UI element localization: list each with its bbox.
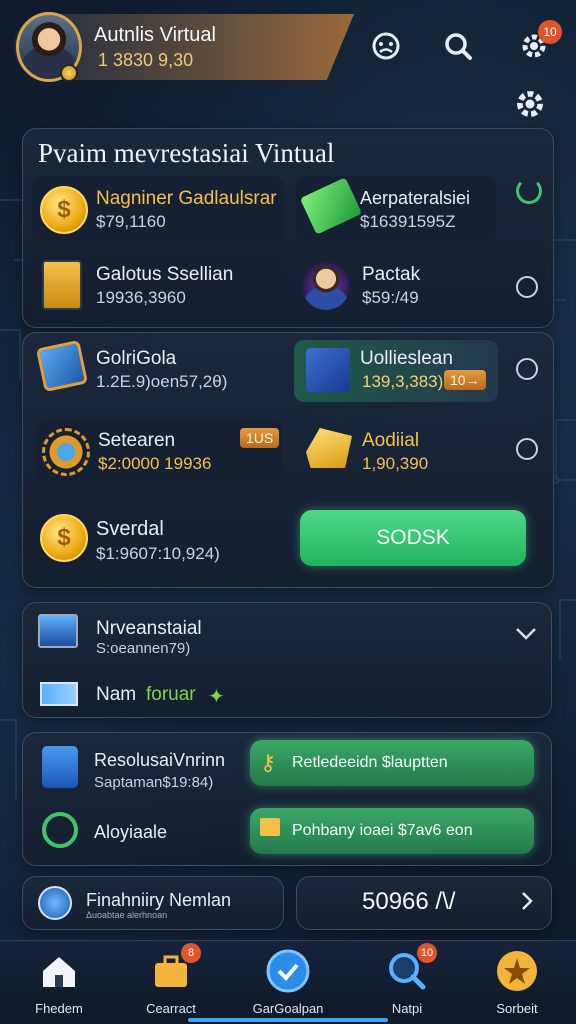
phone-icon — [42, 812, 78, 848]
tile-label: Setearen — [98, 430, 176, 451]
tile-label: Aodiial — [362, 430, 420, 451]
nav-badge: 10 — [417, 943, 437, 963]
check-circle-icon — [266, 949, 310, 993]
invest-row-accent[interactable]: foruar — [146, 684, 196, 706]
sodsk-button[interactable]: SODSK — [300, 510, 526, 566]
tile-value: $16391595Ζ — [360, 212, 456, 231]
nav-label: Natpi — [391, 1001, 423, 1016]
reward-row1-sub: Saptaman$19:84) — [94, 774, 214, 791]
tile-value: 19936,3960 — [96, 288, 186, 307]
gear-coin-icon — [42, 428, 90, 476]
bottom-nav: Fhedem 8 Cearract GarGoalpan 10 Natpi So… — [0, 940, 576, 1024]
nav-item-contract[interactable]: 8 Cearract — [126, 943, 216, 1023]
face-support-icon[interactable] — [366, 26, 406, 66]
settings-gear-icon[interactable]: 10 — [514, 20, 562, 66]
tile-label: Galotus Ssellian — [96, 264, 234, 285]
clock-icon — [38, 886, 72, 920]
invest-row-label: Nam — [96, 684, 137, 705]
nav-label: Sorbeit — [496, 1001, 538, 1016]
home-icon — [37, 949, 81, 993]
computer-icon — [38, 614, 78, 648]
key-icon: ⚷ — [260, 750, 277, 775]
gift-icon — [260, 818, 280, 836]
tile-label: Nagniner Gadlaulsrar — [96, 188, 277, 209]
active-tab-indicator — [188, 1018, 388, 1022]
tile-badge: 1US — [240, 428, 280, 448]
nav-label: Fhedem — [35, 1001, 83, 1016]
tile-label: Uollieslean — [360, 348, 453, 369]
search-icon[interactable] — [438, 26, 478, 66]
tile-label: Pactak — [362, 264, 421, 285]
tile-value: 1,90,390 — [362, 454, 429, 473]
invest-title: Nrveanstaial — [96, 618, 202, 639]
ticket-icon — [40, 682, 78, 706]
reward-row1-button-label: Retledeeidn $lauptten — [292, 754, 448, 771]
reward-row2-button-label: Pohbany ioaei $7av6 eon — [292, 822, 473, 839]
sparkle-icon: ✦ — [208, 686, 225, 708]
nav-label: GarGoalpan — [252, 1001, 324, 1016]
reward-row2-button[interactable]: Pohbany ioaei $7av6 eon — [250, 808, 534, 854]
radio-icon[interactable] — [516, 358, 538, 380]
refresh-icon[interactable] — [516, 178, 542, 204]
search-icon: 10 — [385, 943, 437, 993]
radio-icon[interactable] — [516, 276, 538, 298]
star-icon — [495, 949, 539, 993]
reward-row2-label: Aloyiaale — [94, 822, 168, 842]
header: Autnlis Virtual 1 3830 9,30 10 — [14, 12, 574, 84]
reward-row1-label: ResolusaiVnrinn — [94, 750, 226, 770]
nav-label: Cearract — [146, 1001, 196, 1016]
tile-value: $1:9607:10,924) — [96, 544, 220, 563]
profile-balance: 1 3830 9,30 — [98, 50, 194, 70]
document-icon — [42, 260, 82, 310]
tile-value: 139,3,383) — [362, 372, 444, 391]
invest-subtitle: S:oeannen79) — [96, 640, 191, 657]
tile-value: $59:/49 — [362, 288, 419, 307]
dollar-coin-icon: $ — [40, 514, 88, 562]
reward-row1-button[interactable]: Retledeeidn $lauptten — [250, 740, 534, 786]
profile-name: Autnlis Virtual — [94, 24, 216, 46]
wallet-icon — [306, 348, 350, 392]
tile-value: $79,1160 — [96, 212, 166, 231]
nav-item-goals[interactable]: GarGoalpan — [243, 949, 333, 1023]
nav-item-sorbeit[interactable]: Sorbeit — [472, 949, 562, 1023]
notification-badge: 10 — [538, 20, 562, 44]
dollar-coin-icon: $ — [40, 186, 88, 234]
advisor-icon — [302, 262, 350, 310]
tile-value: 1.2Ε.9)oen57,2θ) — [96, 372, 228, 391]
finance-sub: Δuoabtae alerhnoan — [86, 910, 168, 920]
chevron-down-icon[interactable] — [514, 622, 538, 648]
nav-item-search[interactable]: 10 Natpi — [362, 943, 452, 1023]
panel-title: Pvaim mevrestasiai Vintual — [38, 138, 335, 168]
chevron-right-icon[interactable] — [520, 890, 534, 918]
toolbox-icon: 8 — [149, 943, 201, 993]
radio-icon[interactable] — [516, 438, 538, 460]
finance-title: Finahniiry Nemlan — [86, 890, 232, 910]
tile-badge: 10→ — [444, 370, 486, 390]
file-icon — [42, 746, 78, 788]
nav-badge: 8 — [181, 943, 201, 963]
tile-value: $2:0000 19936 — [98, 454, 212, 473]
tile-label: GolriGola — [96, 348, 177, 369]
value-amount: 50966 /\/ — [362, 888, 456, 915]
nav-item-home[interactable]: Fhedem — [14, 949, 104, 1023]
tablet-icon — [35, 339, 89, 393]
tile-label: Aerpateralsiei — [360, 188, 471, 208]
tile-label: Sverdal — [96, 518, 164, 540]
gear-icon[interactable] — [512, 86, 552, 126]
level-coin-icon — [60, 64, 78, 82]
